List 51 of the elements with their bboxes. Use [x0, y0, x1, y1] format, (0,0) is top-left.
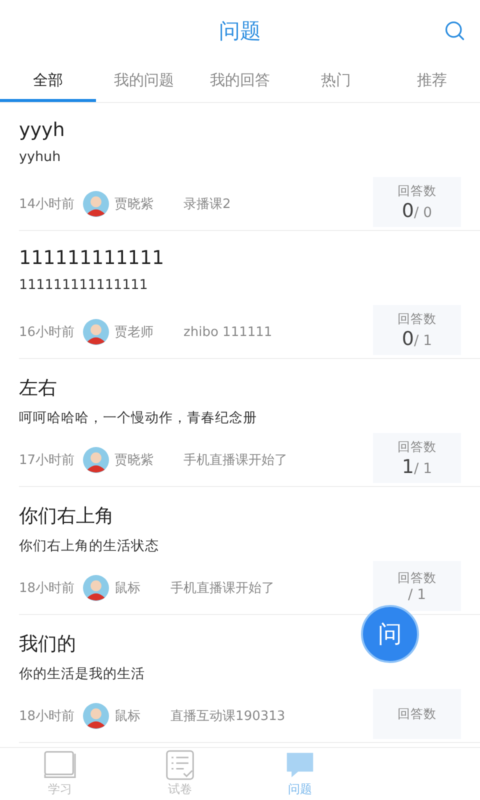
author-name: 贾晓紫 [114, 196, 154, 213]
question-title: 你们右上角 [19, 504, 114, 529]
avatar-icon [82, 447, 109, 473]
author-name: 贾晓紫 [114, 452, 154, 469]
question-title: 我们的 [19, 632, 76, 657]
tab[interactable]: 我的问题 [96, 62, 192, 102]
course-name: 手机直播课开始了 [170, 580, 275, 597]
answer-count: 1/ 1 [402, 456, 432, 478]
answer-count-label: 回答数 [398, 706, 436, 722]
author-name: 贾老师 [114, 324, 154, 341]
course-name: 直播互动课190313 [170, 708, 286, 725]
avatar-icon [82, 319, 109, 345]
nav-item[interactable]: 问题 [240, 748, 360, 800]
nav-item[interactable]: 试卷 [120, 748, 240, 800]
answer-count: 0/ 1 [402, 328, 432, 350]
answer-count: / 1 [408, 586, 426, 602]
question-text: yyhuh [19, 149, 62, 165]
search-icon[interactable] [444, 20, 466, 42]
time-label: 17小时前 [19, 452, 75, 469]
author-name: 鼠标 [114, 708, 141, 725]
question-text: 111111111111111 [19, 277, 149, 293]
answer-count-label: 回答数 [398, 310, 436, 328]
course-name: 手机直播课开始了 [184, 452, 288, 469]
answer-count-label: 回答数 [398, 570, 436, 586]
tab[interactable]: 我的回答 [192, 62, 288, 102]
ask-button[interactable]: 问 [361, 605, 419, 663]
answer-count: 0/ 0 [402, 200, 432, 222]
question-title: yyyh [19, 119, 65, 141]
author-name: 鼠标 [114, 580, 141, 597]
question-text: 你的生活是我的生活 [19, 665, 146, 683]
question-text: 你们右上角的生活状态 [19, 537, 160, 555]
tab[interactable]: 全部 [0, 62, 96, 102]
course-name: zhibo 111111 [184, 324, 272, 340]
question-title: 111111111111 [19, 247, 164, 269]
question-title: 左右 [19, 376, 57, 401]
answer-count-label: 回答数 [398, 182, 436, 200]
tab[interactable]: 推荐 [384, 62, 480, 102]
avatar-icon [82, 703, 109, 729]
book-icon [42, 750, 78, 780]
question-text: 呵呵哈哈哈，一个慢动作，青春纪念册 [19, 409, 258, 427]
avatar-icon [82, 191, 109, 217]
time-label: 14小时前 [19, 196, 75, 213]
nav-item[interactable]: 学习 [0, 748, 120, 800]
course-name: 录播课2 [184, 196, 231, 213]
tab[interactable]: 热门 [288, 62, 384, 102]
time-label: 16小时前 [19, 324, 75, 341]
page-title: 问题 [219, 18, 261, 45]
avatar-icon [82, 575, 109, 601]
answer-count-label: 回答数 [398, 438, 436, 456]
time-label: 18小时前 [19, 708, 75, 725]
time-label: 18小时前 [19, 580, 75, 597]
